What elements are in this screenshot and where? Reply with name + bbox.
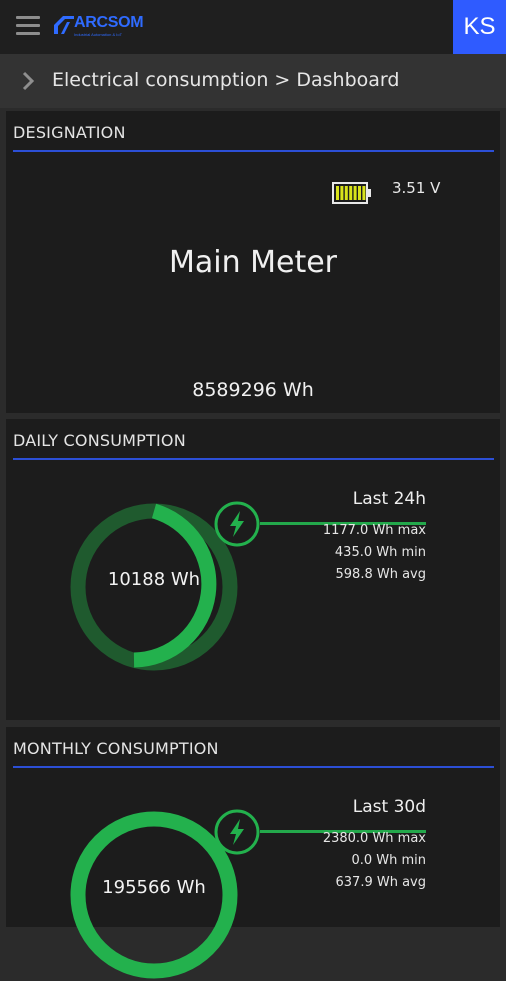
top-app-bar: ARCSOM Industrial Automation & IoT KS <box>0 0 506 54</box>
voltage-reading: 3.51 V <box>392 179 441 197</box>
battery-bar <box>362 186 366 200</box>
title-divider <box>13 458 494 460</box>
daily-consumption-card: DAILY CONSUMPTION 10188 Wh Last 24h 1177… <box>6 419 500 720</box>
period-label: Last 24h <box>352 489 426 509</box>
logo-subtitle: Industrial Automation & IoT <box>74 32 123 37</box>
logo-text: ARCSOM <box>74 14 144 31</box>
period-label: Last 30d <box>352 797 426 817</box>
battery-bar <box>349 186 353 200</box>
total-energy: 8589296 Wh <box>192 379 314 401</box>
battery-bar <box>353 186 357 200</box>
title-divider <box>13 150 494 152</box>
battery-bar <box>336 186 339 200</box>
min-stat: 435.0 Wh min <box>334 545 426 560</box>
avg-stat: 637.9 Wh avg <box>335 875 427 890</box>
monthly-consumption-card: MONTHLY CONSUMPTION 195566 Wh Last 30d 2… <box>6 727 500 979</box>
chevron-right-icon[interactable] <box>20 70 36 92</box>
hamburger-menu-icon[interactable] <box>16 16 40 36</box>
lightning-bolt-icon <box>214 809 260 855</box>
user-avatar[interactable]: KS <box>453 0 506 54</box>
title-divider <box>13 766 494 768</box>
logo-mark-icon <box>54 16 74 34</box>
arcsom-logo: ARCSOM Industrial Automation & IoT <box>54 14 154 40</box>
monthly-total: 195566 Wh <box>102 877 206 898</box>
max-stat: 1177.0 Wh max <box>322 523 426 538</box>
battery-icon <box>332 182 371 204</box>
min-stat: 0.0 Wh min <box>351 853 426 868</box>
card-title: MONTHLY CONSUMPTION <box>13 739 219 758</box>
breadcrumb: Electrical consumption > Dashboard <box>0 54 506 108</box>
breadcrumb-text: Electrical consumption > Dashboard <box>52 69 400 91</box>
lightning-bolt-icon <box>214 501 260 547</box>
card-title: DESIGNATION <box>13 123 126 142</box>
meter-name: Main Meter <box>168 245 338 280</box>
battery-bar <box>358 186 361 200</box>
avg-stat: 598.8 Wh avg <box>335 567 427 582</box>
battery-bar <box>344 186 348 200</box>
battery-bar <box>340 186 344 200</box>
designation-card: DESIGNATION 3.51 V Main Meter 8589296 Wh <box>6 111 500 413</box>
daily-total: 10188 Wh <box>107 569 201 590</box>
max-stat: 2380.0 Wh max <box>322 831 426 846</box>
card-title: DAILY CONSUMPTION <box>13 431 186 450</box>
